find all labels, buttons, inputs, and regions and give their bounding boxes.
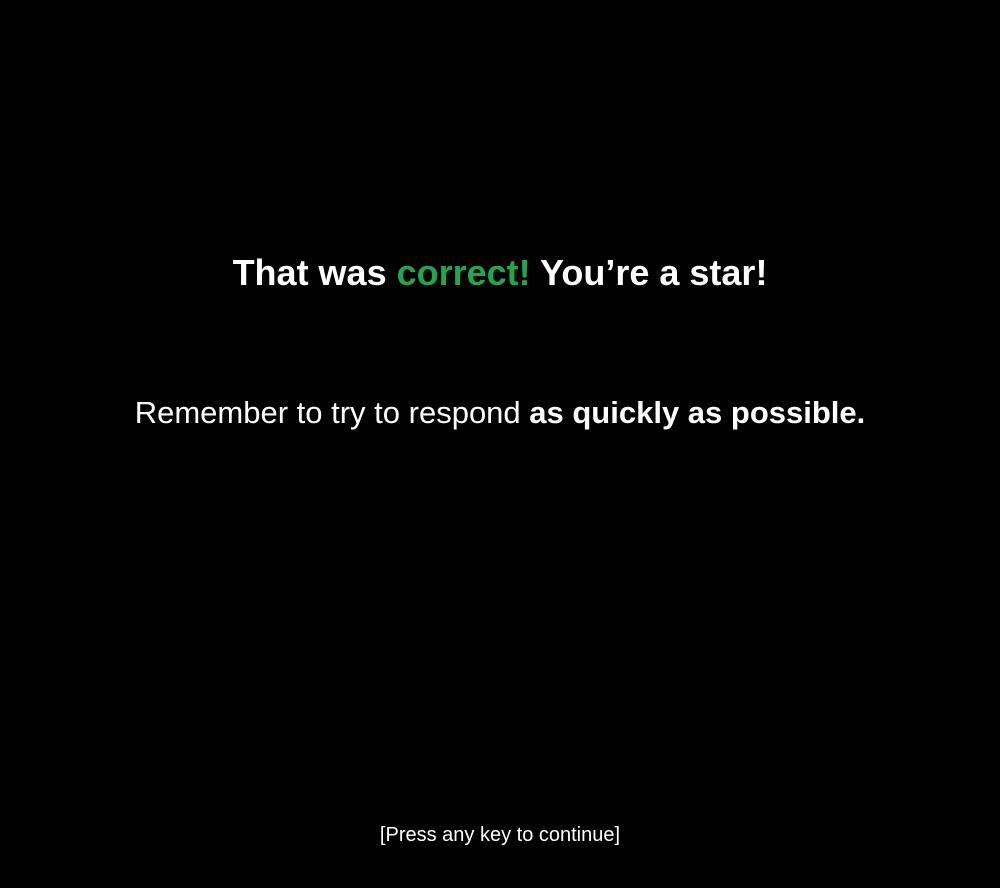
continue-prompt: [Press any key to continue]	[379, 824, 621, 846]
reminder-prefix: Remember to try to respond	[134, 395, 530, 430]
feedback-headline: That was correct! You’re a star!	[0, 250, 1000, 296]
feedback-screen[interactable]: That was correct! You’re a star! Remembe…	[0, 0, 1000, 888]
feedback-prefix: That was	[232, 252, 397, 293]
speed-reminder: Remember to try to respond as quickly as…	[0, 392, 1000, 434]
feedback-suffix: You’re a star!	[530, 252, 768, 293]
feedback-correct-word: correct!	[396, 252, 531, 293]
reminder-emphasis: as quickly as possible.	[529, 395, 866, 430]
